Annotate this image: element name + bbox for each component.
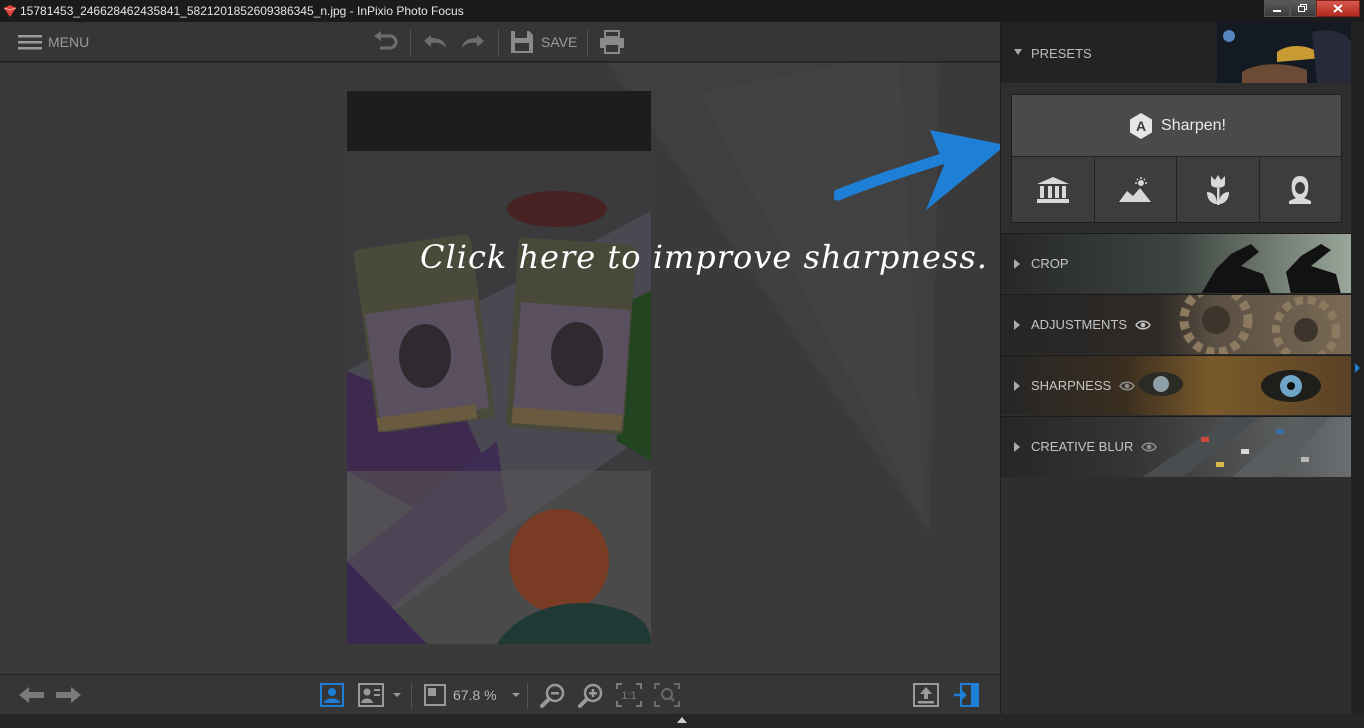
- bottom-toolbar: 67.8 % 1:1: [0, 674, 1000, 714]
- close-icon: [1333, 4, 1343, 13]
- creative-blur-section[interactable]: CREATIVE BLUR: [1001, 416, 1352, 477]
- print-button[interactable]: [599, 22, 625, 62]
- fit-frame-icon: [424, 684, 446, 706]
- photo-image: [347, 91, 651, 644]
- sharpness-hint-text[interactable]: Click here to improve sharpness.: [420, 238, 988, 276]
- hamburger-icon: [18, 35, 42, 50]
- adjustments-label: ADJUSTMENTS: [1031, 317, 1128, 332]
- view-mode-dropdown[interactable]: [392, 675, 402, 715]
- expand-triangle-icon: [1014, 259, 1020, 269]
- zoom-out-icon: [540, 683, 565, 708]
- collapse-triangle-icon: [1014, 49, 1022, 55]
- eye-icon[interactable]: [1119, 381, 1136, 391]
- crop-label: CROP: [1031, 256, 1069, 271]
- reset-icon: [374, 31, 398, 50]
- export-icon: [913, 683, 939, 707]
- presets-header[interactable]: PRESETS: [1001, 22, 1352, 83]
- preset-landscape[interactable]: [1094, 157, 1177, 222]
- zoom-in-icon: [578, 683, 603, 708]
- sharpen-presets-box: A Sharpen!: [1011, 94, 1342, 223]
- right-panel: PRESETS A Sharpen! CROP ADJUSTMENTS SHAR…: [1000, 22, 1352, 714]
- app-logo-icon: [3, 5, 17, 17]
- sharpen-label: Sharpen!: [1161, 116, 1226, 134]
- reset-button[interactable]: [372, 22, 400, 62]
- chevron-down-icon: [393, 693, 401, 697]
- undo-button[interactable]: [422, 22, 448, 62]
- preset-portrait[interactable]: [1259, 157, 1341, 222]
- chevron-down-icon: [511, 693, 520, 697]
- redo-button[interactable]: [460, 22, 486, 62]
- print-icon: [600, 30, 624, 54]
- expand-triangle-icon: [1014, 381, 1020, 391]
- zoom-fit-button[interactable]: [654, 675, 680, 715]
- compare-view-button[interactable]: [358, 675, 384, 715]
- hint-arrow-icon: [834, 130, 1000, 210]
- expand-triangle-icon: [1014, 320, 1020, 330]
- export-button[interactable]: [913, 675, 939, 715]
- menu-button[interactable]: MENU: [18, 22, 89, 62]
- zoom-in-button[interactable]: [578, 675, 604, 715]
- panel-scroll-strip[interactable]: [1351, 22, 1364, 714]
- crop-section[interactable]: CROP: [1001, 233, 1352, 293]
- maximize-button[interactable]: [1290, 0, 1316, 17]
- preset-architecture[interactable]: [1012, 157, 1095, 222]
- toggle-panel-button[interactable]: [953, 675, 979, 715]
- save-label: SAVE: [541, 34, 578, 50]
- save-icon: [511, 31, 533, 53]
- preset-flower[interactable]: [1177, 157, 1260, 222]
- image-canvas[interactable]: Click here to improve sharpness.: [0, 63, 1000, 674]
- zoom-fit-icon: [654, 683, 680, 707]
- status-bar: [0, 714, 1364, 728]
- preset-icons-row: [1012, 157, 1341, 222]
- menu-label: MENU: [48, 34, 90, 50]
- sharpness-label: SHARPNESS: [1031, 378, 1112, 393]
- zoom-out-button[interactable]: [540, 675, 566, 715]
- arrow-left-icon: [19, 687, 44, 703]
- zoom-dropdown[interactable]: 67.8 %: [424, 675, 521, 715]
- panel-toggle-icon: [954, 683, 979, 707]
- window-title: 15781453_246628462435841_582120185260938…: [20, 4, 464, 18]
- previous-image-button[interactable]: [18, 675, 46, 715]
- auto-badge-icon: A: [1130, 112, 1153, 139]
- eye-icon[interactable]: [1141, 442, 1158, 452]
- compare-view-icon: [358, 683, 384, 707]
- auto-badge-letter: A: [1136, 118, 1146, 134]
- adjustments-section[interactable]: ADJUSTMENTS: [1001, 294, 1352, 354]
- collapse-panel-arrow-icon[interactable]: [1354, 362, 1361, 374]
- photo-preview[interactable]: [347, 91, 651, 644]
- zoom-value: 67.8 %: [453, 687, 497, 703]
- actual-size-button[interactable]: 1:1: [616, 675, 642, 715]
- svg-text:1:1: 1:1: [621, 690, 636, 702]
- minimize-button[interactable]: [1264, 0, 1290, 17]
- close-button[interactable]: [1316, 0, 1360, 17]
- arrow-right-icon: [56, 687, 81, 703]
- portrait-icon: [1289, 175, 1312, 204]
- sharpen-button[interactable]: A Sharpen!: [1012, 95, 1341, 157]
- creative-blur-label: CREATIVE BLUR: [1031, 439, 1134, 454]
- redo-icon: [462, 35, 484, 48]
- minimize-icon: [1273, 9, 1281, 12]
- single-view-icon: [320, 683, 344, 707]
- presets-banner-image: [1217, 22, 1352, 83]
- eye-icon[interactable]: [1135, 320, 1151, 330]
- landscape-icon: [1119, 176, 1152, 202]
- top-toolbar: MENU SAVE: [0, 22, 1000, 62]
- single-view-button[interactable]: [320, 675, 344, 715]
- undo-icon: [424, 35, 446, 48]
- window-titlebar: 15781453_246628462435841_582120185260938…: [0, 0, 1364, 22]
- sharpness-section[interactable]: SHARPNESS: [1001, 355, 1352, 415]
- expand-triangle-icon: [1014, 442, 1020, 452]
- maximize-icon: [1298, 4, 1307, 12]
- tulip-icon: [1206, 174, 1229, 205]
- expand-filmstrip-icon[interactable]: [676, 716, 688, 724]
- building-icon: [1036, 176, 1069, 203]
- presets-label: PRESETS: [1031, 46, 1092, 61]
- next-image-button[interactable]: [54, 675, 82, 715]
- save-button[interactable]: SAVE: [510, 22, 577, 62]
- actual-size-icon: 1:1: [616, 683, 642, 707]
